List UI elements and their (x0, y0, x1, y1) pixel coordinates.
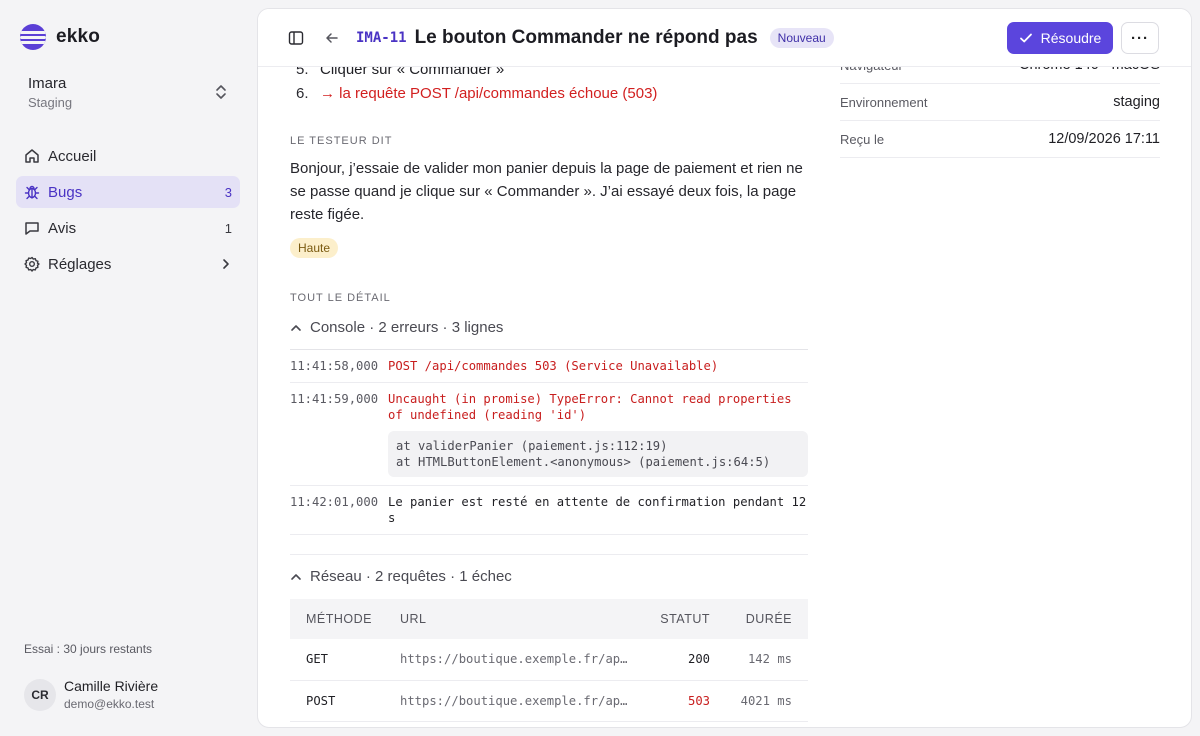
request-duration: 142 ms (710, 639, 808, 681)
request-status: 200 (640, 639, 710, 681)
sidebar: ekko Imara Staging Accueil Bugs 3 Avis 1… (0, 0, 256, 736)
workspace-env: Staging (28, 94, 73, 110)
gear-icon (24, 256, 40, 272)
table-row[interactable]: POST https://boutique.exemple.fr/ap… 503… (290, 680, 808, 722)
log-time: 11:41:59,000 (290, 392, 379, 406)
metadata-key: Reçu le (840, 131, 885, 147)
stack-line: at HTMLButtonElement.<anonymous> (paieme… (396, 455, 771, 469)
request-method: POST (290, 680, 400, 722)
sidebar-item-accueil[interactable]: Accueil (16, 140, 240, 172)
app-logo[interactable]: ekko (20, 24, 100, 50)
request-duration: 4021 ms (710, 680, 808, 722)
arrow-left-icon (326, 32, 338, 43)
issue-header: IMA-11 Le bouton Commander ne répond pas… (258, 9, 1191, 67)
workspace-name: Imara (28, 74, 67, 92)
sidebar-item-count: 1 (224, 220, 232, 236)
log-message: Le panier est resté en attente de confir… (388, 495, 807, 525)
toggle-sidebar-button[interactable] (282, 24, 310, 52)
log-time: 11:42:01,000 (290, 495, 379, 509)
workspace-switcher[interactable]: Imara Staging (16, 68, 240, 116)
metadata-value: staging (1113, 94, 1160, 110)
log-message: POST /api/commandes 503 (Service Unavail… (388, 359, 719, 373)
column-header-url: URL (400, 599, 640, 639)
trial-notice: Essai : 30 jours restants (24, 642, 153, 656)
sidebar-item-label: Bugs (48, 183, 83, 201)
detail-section-label: TOUT LE DÉTAIL (290, 292, 391, 304)
log-row: 11:41:58,000 POST /api/commandes 503 (Se… (290, 350, 808, 383)
issue-id: IMA-11 (356, 29, 407, 46)
check-icon (1019, 33, 1032, 43)
chevron-up-down-icon (216, 85, 226, 99)
request-method: GET (290, 639, 400, 681)
user-email: demo@ekko.test (64, 697, 155, 711)
log-message: Uncaught (in promise) TypeError: Cannot … (388, 392, 792, 422)
column-header-status: STATUT (640, 599, 710, 639)
tester-message: Bonjour, j’essaie de valider mon panier … (290, 160, 803, 223)
tester-section-label: LE TESTEUR DIT (290, 135, 393, 147)
table-header-row: MÉTHODE URL STATUT DURÉE (290, 599, 808, 639)
sidebar-item-label: Avis (48, 219, 77, 237)
stack-trace: at validerPanier (paiement.js:112:19) at… (388, 431, 808, 477)
network-summary: Réseau · 2 requêtes · 1 échec (310, 568, 512, 585)
network-toggle[interactable]: Réseau · 2 requêtes · 1 échec (290, 568, 512, 585)
divider (290, 554, 808, 555)
metadata-row: Environnement staging (840, 84, 1160, 121)
metadata-value: 12/09/2026 17:11 (1048, 131, 1160, 147)
avatar: CR (24, 678, 56, 711)
issue-panel: IMA-11 Le bouton Commander ne répond pas… (257, 8, 1192, 728)
console-log: 11:41:58,000 POST /api/commandes 503 (Se… (290, 349, 808, 535)
sidebar-item-reglages[interactable]: Réglages (16, 248, 240, 280)
chevron-up-icon (291, 573, 301, 580)
table-row[interactable]: GET https://boutique.exemple.fr/ap… 200 … (290, 639, 808, 681)
app-name: ekko (56, 26, 101, 47)
stack-line: at validerPanier (paiement.js:112:19) (396, 439, 668, 453)
sidebar-item-bugs[interactable]: Bugs 3 (16, 176, 240, 208)
column-header-method: MÉTHODE (290, 599, 400, 639)
chevron-right-icon (223, 259, 229, 269)
more-options-button[interactable]: ··· (1121, 22, 1159, 54)
status-badge: Nouveau (769, 27, 834, 48)
request-url: https://boutique.exemple.fr/ap… (400, 639, 640, 681)
log-row: 11:41:59,000 Uncaught (in promise) TypeE… (290, 383, 808, 486)
user-menu[interactable]: CR Camille Rivière demo@ekko.test (24, 678, 158, 711)
request-url: https://boutique.exemple.fr/ap… (400, 680, 640, 722)
sidebar-toggle-icon (288, 30, 304, 45)
page-title: Le bouton Commander ne répond pas (414, 26, 758, 48)
issue-content: 5. Cliquer sur « Commander » 6. → la req… (258, 9, 1191, 727)
console-summary: Console · 2 erreurs · 3 lignes (310, 319, 504, 336)
metadata-key: Environnement (840, 94, 928, 110)
list-item: 6. → la requête POST /api/commandes écho… (296, 81, 657, 105)
back-button[interactable] (318, 24, 346, 52)
logo-mark-icon (20, 24, 46, 50)
network-table: MÉTHODE URL STATUT DURÉE GET https://bou… (290, 599, 808, 722)
home-icon (24, 148, 40, 164)
metadata-row: Reçu le 12/09/2026 17:11 (840, 121, 1160, 158)
log-time: 11:41:58,000 (290, 359, 379, 373)
bug-icon (24, 184, 40, 200)
step-text: → la requête POST /api/commandes échoue … (320, 84, 658, 102)
user-name: Camille Rivière (64, 678, 159, 694)
resolve-label: Résoudre (1040, 30, 1102, 46)
step-number: 6. (296, 84, 309, 102)
chevron-up-icon (291, 324, 301, 331)
console-toggle[interactable]: Console · 2 erreurs · 3 lignes (290, 319, 503, 336)
sidebar-item-label: Accueil (48, 147, 97, 165)
sidebar-nav: Accueil Bugs 3 Avis 1 Réglages (16, 140, 240, 284)
request-status: 503 (640, 680, 710, 722)
log-row: 11:42:01,000 Le panier est resté en atte… (290, 486, 808, 535)
sidebar-item-label: Réglages (48, 255, 112, 273)
resolve-button[interactable]: Résoudre (1007, 22, 1113, 54)
sidebar-item-count: 3 (224, 184, 232, 200)
sidebar-item-avis[interactable]: Avis 1 (16, 212, 240, 244)
message-icon (24, 220, 40, 236)
priority-badge: Haute (290, 238, 339, 258)
column-header-duration: DURÉE (710, 599, 808, 639)
